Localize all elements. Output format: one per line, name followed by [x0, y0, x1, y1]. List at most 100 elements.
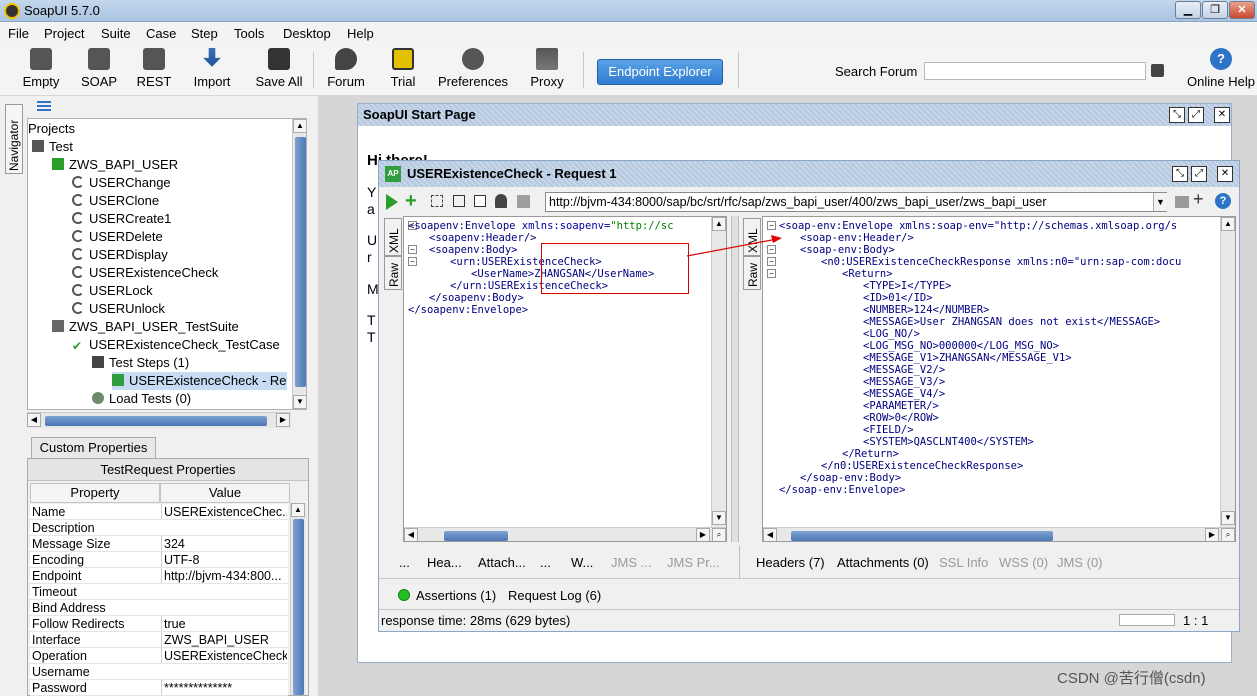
- rest-button[interactable]: REST: [135, 48, 173, 89]
- tree-item[interactable]: ZWS_BAPI_USER: [52, 156, 178, 174]
- tree-item[interactable]: USERExistenceCheck - Re: [112, 372, 287, 390]
- property-value[interactable]: ZWS_BAPI_USER: [161, 632, 287, 647]
- add-endpoint-icon[interactable]: +: [1193, 189, 1204, 210]
- property-column-header[interactable]: Property: [30, 483, 160, 503]
- fold-toggle[interactable]: −: [767, 221, 776, 230]
- menu-file[interactable]: File: [8, 26, 29, 41]
- property-row[interactable]: Timeout: [30, 584, 288, 600]
- add-assertion-icon[interactable]: +: [405, 191, 417, 211]
- list-view-icon[interactable]: [37, 101, 51, 113]
- property-value[interactable]: USERExistenceChec...: [161, 504, 287, 519]
- trial-button[interactable]: Trial: [385, 48, 421, 89]
- zoom-icon[interactable]: ⌕: [712, 528, 726, 541]
- property-row[interactable]: Name USERExistenceChec...: [30, 504, 288, 520]
- response-tab-wss[interactable]: WSS (0): [999, 555, 1048, 570]
- request-tab-attachments[interactable]: Attach...: [478, 555, 526, 570]
- edit-endpoint-icon[interactable]: [1175, 196, 1189, 208]
- tree-vscroll[interactable]: ▲ ▼: [292, 119, 306, 409]
- empty-button[interactable]: Empty: [22, 48, 60, 89]
- xml-tab[interactable]: XML: [384, 218, 402, 256]
- scroll-down-arrow[interactable]: ▼: [712, 511, 726, 525]
- forum-button[interactable]: Forum: [324, 48, 368, 89]
- maximize-button[interactable]: ❐: [1202, 1, 1228, 19]
- tree-item[interactable]: USERDisplay: [72, 246, 168, 264]
- menu-step[interactable]: Step: [191, 26, 218, 41]
- assertions-tab[interactable]: Assertions (1): [416, 588, 496, 603]
- response-vscroll[interactable]: ▲ ▼: [1220, 217, 1235, 527]
- scroll-down-arrow[interactable]: ▼: [293, 395, 306, 409]
- property-value[interactable]: true: [161, 616, 287, 631]
- minimize-button[interactable]: ▁: [1175, 1, 1201, 19]
- scroll-left-arrow[interactable]: ◀: [27, 413, 41, 427]
- close-icon[interactable]: ✕: [1214, 107, 1230, 123]
- tree-item[interactable]: USERCreate1: [72, 210, 171, 228]
- scroll-right-arrow[interactable]: ▶: [1205, 528, 1219, 541]
- property-row[interactable]: Message Size 324: [30, 536, 288, 552]
- response-hscroll[interactable]: ◀ ▶ ⌕: [763, 527, 1235, 541]
- scroll-right-arrow[interactable]: ▶: [276, 413, 290, 427]
- custom-properties-tab[interactable]: Custom Properties: [31, 437, 156, 458]
- tree-item[interactable]: Test: [32, 138, 73, 156]
- endpoint-explorer-button[interactable]: Endpoint Explorer: [597, 59, 723, 85]
- tree-item[interactable]: USERUnlock: [72, 300, 165, 318]
- response-tab-jms[interactable]: JMS (0): [1057, 555, 1103, 570]
- tree-hscroll-thumb[interactable]: [45, 416, 267, 426]
- undock-icon[interactable]: ⤡: [1169, 107, 1185, 123]
- request-tab-more[interactable]: ...: [399, 555, 410, 570]
- response-xml-editor[interactable]: − − − − <soap-env:Envelope xmlns:soap-en…: [762, 216, 1236, 542]
- tree-item[interactable]: ✔ USERExistenceCheck_TestCase: [72, 336, 280, 354]
- tree-item[interactable]: ZWS_BAPI_USER_TestSuite: [52, 318, 239, 336]
- menu-desktop[interactable]: Desktop: [283, 26, 331, 41]
- proxy-button[interactable]: Proxy: [528, 48, 566, 89]
- property-value[interactable]: http://bjvm-434:800...: [161, 568, 287, 583]
- tree-item[interactable]: Load Tests (0): [92, 390, 191, 408]
- maximize-icon[interactable]: ⤢: [1191, 166, 1207, 182]
- property-value[interactable]: USERExistenceCheck: [161, 648, 287, 663]
- endpoint-url-input[interactable]: http://bjvm-434:8000/sap/bc/srt/rfc/sap/…: [545, 192, 1167, 212]
- menu-suite[interactable]: Suite: [101, 26, 131, 41]
- scroll-up-arrow[interactable]: ▲: [712, 217, 726, 231]
- tree-item[interactable]: USERLock: [72, 282, 153, 300]
- tree-item[interactable]: USERChange: [72, 174, 171, 192]
- request-log-tab[interactable]: Request Log (6): [508, 588, 601, 603]
- close-button[interactable]: ✕: [1229, 1, 1255, 19]
- menu-tools[interactable]: Tools: [234, 26, 264, 41]
- request-hscroll-thumb[interactable]: [444, 531, 508, 541]
- property-value[interactable]: UTF-8: [161, 552, 287, 567]
- close-icon[interactable]: ✕: [1217, 166, 1233, 182]
- scroll-up-arrow[interactable]: ▲: [291, 503, 305, 517]
- cancel-icon[interactable]: [517, 195, 530, 208]
- response-tab-attachments[interactable]: Attachments (0): [837, 555, 929, 570]
- undock-icon[interactable]: ⤡: [1172, 166, 1188, 182]
- import-button[interactable]: Import: [189, 48, 235, 89]
- scroll-up-arrow[interactable]: ▲: [293, 119, 306, 133]
- soap-button[interactable]: SOAP: [80, 48, 118, 89]
- run-icon[interactable]: [386, 194, 398, 210]
- maximize-icon[interactable]: ⤢: [1188, 107, 1204, 123]
- scroll-left-arrow[interactable]: ◀: [404, 528, 418, 541]
- scroll-up-arrow[interactable]: ▲: [1221, 217, 1235, 231]
- user-icon[interactable]: [495, 194, 507, 208]
- zoom-icon[interactable]: ⌕: [1221, 528, 1235, 541]
- preferences-button[interactable]: Preferences: [437, 48, 509, 89]
- property-row[interactable]: Bind Address: [30, 600, 288, 616]
- property-row[interactable]: Password **************: [30, 680, 288, 696]
- fold-toggle[interactable]: −: [408, 257, 417, 266]
- request-tab-jms-props[interactable]: JMS Pr...: [667, 555, 720, 570]
- tree-hscroll[interactable]: ◀ ▶: [27, 412, 291, 428]
- help-icon[interactable]: ?: [1215, 193, 1231, 209]
- navigator-tab[interactable]: Navigator: [5, 104, 23, 174]
- create-empty-icon[interactable]: [431, 195, 443, 207]
- properties-vscroll[interactable]: ▲: [290, 503, 306, 695]
- stop-icon[interactable]: [474, 195, 486, 207]
- save-all-button[interactable]: Save All: [253, 48, 305, 89]
- chevron-down-icon[interactable]: ▼: [1153, 193, 1167, 211]
- response-hscroll-thumb[interactable]: [791, 531, 1053, 541]
- property-row[interactable]: Endpoint http://bjvm-434:800...: [30, 568, 288, 584]
- property-row[interactable]: Username: [30, 664, 288, 680]
- request-hscroll[interactable]: ◀ ▶ ⌕: [404, 527, 726, 541]
- request-vscroll[interactable]: ▲ ▼: [711, 217, 726, 527]
- request-tab-headers[interactable]: Hea...: [427, 555, 462, 570]
- search-forum-input[interactable]: [924, 62, 1146, 80]
- tree-item[interactable]: USERClone: [72, 192, 159, 210]
